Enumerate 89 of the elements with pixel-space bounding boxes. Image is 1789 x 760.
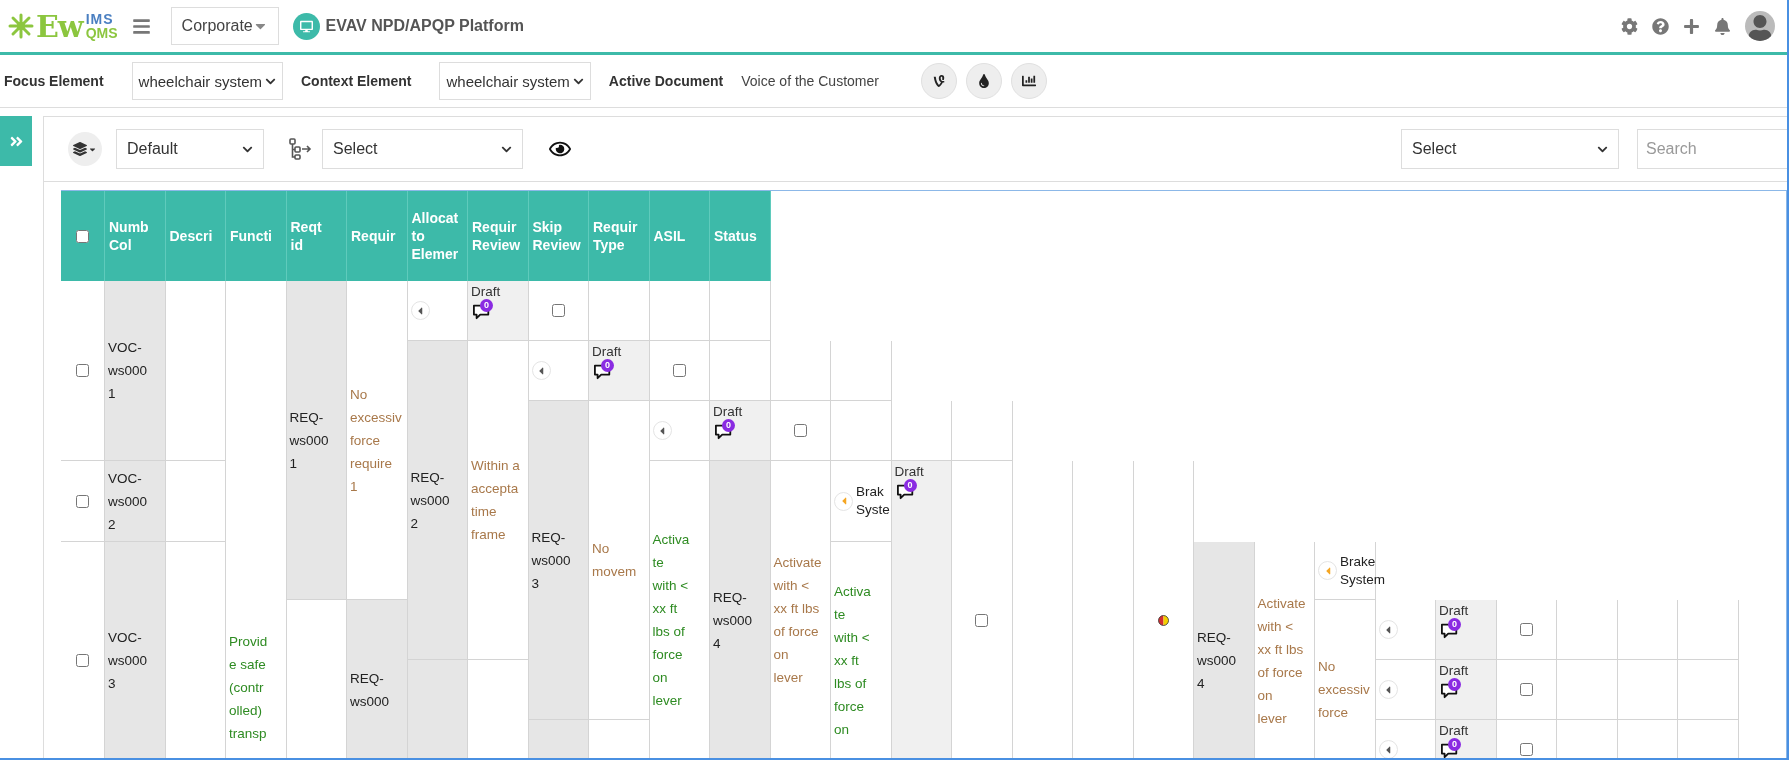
field-label: Context Element bbox=[301, 73, 412, 89]
table-cell bbox=[1678, 600, 1739, 660]
column-header[interactable]: Status bbox=[710, 191, 771, 281]
element-name: Brake System bbox=[1340, 552, 1385, 589]
field-label: Active Document bbox=[608, 73, 724, 89]
column-header[interactable]: Functi bbox=[226, 191, 287, 281]
element-name: Brak Syste bbox=[856, 483, 890, 519]
search-field[interactable]: Search bbox=[1637, 129, 1787, 169]
status-text: Draft bbox=[592, 344, 622, 360]
field-label: Focus Element bbox=[4, 73, 104, 89]
row-checkbox[interactable] bbox=[76, 494, 89, 508]
bar-chart-icon[interactable] bbox=[1010, 63, 1047, 99]
row-checkbox[interactable] bbox=[1519, 743, 1533, 756]
asterisk-logo-icon bbox=[8, 13, 34, 39]
organization-dropdown[interactable]: Corporate bbox=[170, 7, 279, 45]
settings-icon[interactable] bbox=[1621, 17, 1638, 35]
row-checkbox[interactable] bbox=[1519, 683, 1533, 696]
cell-text: No movem bbox=[592, 540, 637, 581]
id-text: VOC- ws000 2 bbox=[108, 469, 148, 534]
filter-dropdown[interactable]: Select bbox=[1401, 129, 1619, 169]
status-text: Draft bbox=[1439, 663, 1469, 679]
cell-text: Provid e safe (contr olled) transp bbox=[229, 633, 268, 743]
cell-text: Activate with < xx ft lbs of force on lever bbox=[1257, 594, 1306, 728]
avatar-icon[interactable] bbox=[1745, 11, 1775, 41]
row-checkbox[interactable] bbox=[551, 304, 565, 317]
table-cell bbox=[831, 341, 892, 401]
cell-text: No excessiv force bbox=[1318, 658, 1370, 722]
column-header[interactable]: Skip Review bbox=[528, 191, 589, 281]
status-text: Draft bbox=[894, 464, 924, 480]
column-header[interactable]: Requir bbox=[347, 191, 408, 281]
id-text: REQ- ws000 2 bbox=[410, 468, 450, 533]
table-cell bbox=[1678, 660, 1739, 720]
column-header[interactable]: Descri bbox=[165, 191, 226, 281]
column-header[interactable]: Requir Review bbox=[468, 191, 529, 281]
comment-count: 0 bbox=[480, 299, 493, 312]
column-header[interactable]: Numb Col bbox=[105, 191, 166, 281]
id-text: REQ- ws000 3 bbox=[531, 528, 571, 593]
table-cell bbox=[1617, 660, 1678, 720]
cell-text: Within a accepta time frame bbox=[471, 457, 520, 544]
status-dot-icon bbox=[1157, 614, 1169, 626]
logo-text: IMS bbox=[85, 12, 115, 26]
row-checkbox[interactable] bbox=[76, 654, 89, 667]
platform-title: EVAV NPD/APQP Platform bbox=[325, 17, 524, 35]
cell-text: No excessiv force require 1 bbox=[350, 385, 402, 496]
column-header[interactable]: Allocat to Elemer bbox=[407, 191, 468, 281]
active-document: Voice of the Customer bbox=[741, 73, 879, 89]
cell-text: Activa te with < xx ft lbs of force on lever bbox=[652, 531, 690, 710]
status-text: Draft bbox=[713, 404, 743, 420]
row-checkbox[interactable] bbox=[793, 424, 807, 437]
comment-count: 0 bbox=[1448, 738, 1461, 751]
row-checkbox[interactable] bbox=[1519, 623, 1533, 636]
drop-icon[interactable] bbox=[965, 63, 1002, 99]
id-text: REQ- ws000 bbox=[350, 669, 390, 711]
cell-text: Activate with < xx ft lbs of force on lever bbox=[773, 554, 822, 687]
comment-count: 0 bbox=[1448, 678, 1461, 691]
row-checkbox[interactable] bbox=[76, 364, 89, 377]
column-header[interactable]: Reqt id bbox=[286, 191, 347, 281]
comment-count: 0 bbox=[722, 419, 735, 432]
vine-icon[interactable] bbox=[920, 63, 957, 99]
row-checkbox[interactable] bbox=[975, 613, 989, 627]
comment-count: 0 bbox=[1448, 618, 1461, 631]
plus-icon[interactable] bbox=[1683, 17, 1700, 35]
row-checkbox[interactable] bbox=[672, 364, 686, 377]
logo-text: Ew bbox=[36, 8, 83, 44]
id-text: REQ- ws000 4 bbox=[713, 588, 753, 653]
select-all-checkbox[interactable] bbox=[76, 229, 89, 243]
column-header[interactable]: ASIL bbox=[649, 191, 710, 281]
table-cell bbox=[710, 281, 771, 341]
cell-text: Activa te with < xx ft lbs of force on bbox=[834, 583, 871, 739]
bell-icon[interactable] bbox=[1714, 17, 1731, 35]
focus-element-dropdown[interactable]: wheelchair system bbox=[131, 62, 283, 100]
comment-count: 0 bbox=[601, 359, 614, 372]
id-text: REQ- ws000 4 bbox=[1197, 629, 1237, 693]
id-text: REQ- ws000 1 bbox=[289, 408, 329, 473]
id-text: VOC- ws000 3 bbox=[108, 629, 148, 693]
help-icon[interactable] bbox=[1652, 17, 1669, 35]
column-header[interactable]: Requir Type bbox=[589, 191, 650, 281]
table-cell bbox=[1617, 600, 1678, 660]
hierarchy-icon[interactable] bbox=[288, 137, 312, 161]
view-dropdown[interactable]: Default bbox=[116, 129, 264, 169]
status-text: Draft bbox=[1439, 723, 1469, 739]
id-text: VOC- ws000 1 bbox=[108, 339, 148, 403]
hierarchy-dropdown[interactable]: Select bbox=[322, 129, 523, 169]
layers-icon[interactable] bbox=[68, 132, 102, 166]
status-text: Draft bbox=[471, 284, 501, 300]
context-element-dropdown[interactable]: wheelchair system bbox=[439, 62, 591, 100]
menu-icon[interactable] bbox=[131, 16, 151, 36]
logo-text: QMS bbox=[85, 26, 118, 40]
status-text: Draft bbox=[1439, 603, 1469, 619]
